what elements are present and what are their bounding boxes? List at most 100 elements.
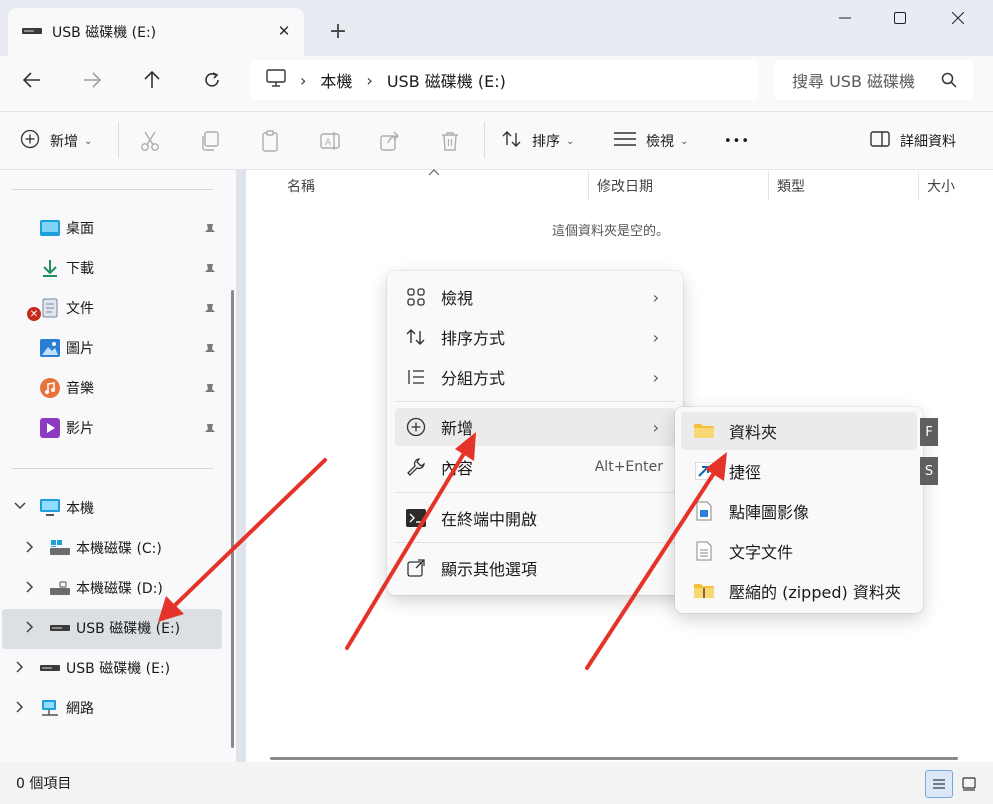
sidebar-item-videos[interactable]: 影片	[40, 410, 94, 446]
view-button[interactable]: 檢視 ⌄	[614, 126, 688, 156]
tiles-view-button[interactable]	[955, 770, 983, 798]
system-drive-icon	[50, 538, 70, 558]
computer-icon	[266, 69, 286, 91]
pin-icon[interactable]	[204, 263, 218, 277]
sort-icon	[502, 129, 522, 153]
search-input[interactable]: 搜尋 USB 磁碟機	[774, 60, 973, 100]
sidebar-item-pictures[interactable]: 圖片	[40, 330, 94, 366]
column-header-size[interactable]: 大小	[927, 176, 955, 196]
copy-icon[interactable]	[197, 128, 223, 154]
divider	[395, 542, 675, 543]
details-pane-button[interactable]: 詳細資料	[870, 126, 956, 156]
sidebar-scrollbar[interactable]	[231, 290, 234, 748]
chevron-right-icon[interactable]	[26, 541, 34, 556]
chevron-down-icon: ⌄	[680, 135, 689, 147]
menu-item-group[interactable]: 分組方式 ›	[395, 358, 675, 396]
paste-icon[interactable]	[257, 128, 283, 154]
svg-text:A: A	[325, 138, 332, 148]
menu-item-open-terminal[interactable]: 在終端中開啟	[395, 499, 675, 537]
pin-icon[interactable]	[204, 343, 218, 357]
close-window-button[interactable]	[938, 4, 978, 32]
column-header-modified[interactable]: 修改日期	[597, 176, 653, 196]
menu-item-label: 內容	[441, 459, 474, 478]
menu-item-new[interactable]: 新增 ›	[395, 408, 675, 446]
music-icon	[40, 378, 60, 398]
chevron-down-icon[interactable]	[14, 500, 26, 513]
pin-icon[interactable]	[204, 303, 218, 317]
new-tab-button[interactable]: +	[325, 18, 351, 44]
menu-item-label: 排序方式	[441, 329, 506, 348]
chevron-right-icon[interactable]	[26, 581, 34, 596]
sidebar-item-label: 影片	[66, 421, 94, 437]
menu-item-label: 捷徑	[729, 463, 762, 482]
breadcrumb-usb-drive[interactable]: USB 磁碟機 (E:)	[387, 68, 506, 92]
share-icon[interactable]	[377, 128, 403, 154]
view-label: 檢視	[646, 134, 674, 150]
details-view-button[interactable]	[925, 770, 953, 798]
pin-icon[interactable]	[204, 423, 218, 437]
maximize-button[interactable]	[880, 4, 920, 32]
up-button[interactable]	[134, 62, 170, 98]
tab-close-icon[interactable]: ✕	[274, 21, 294, 41]
sidebar-item-downloads[interactable]: 下載	[40, 250, 94, 286]
sidebar-item-desktop[interactable]: 桌面	[40, 210, 94, 246]
submenu-item-text[interactable]: 文字文件	[681, 532, 917, 570]
forward-button[interactable]	[74, 62, 110, 98]
address-bar[interactable]: › 本機 › USB 磁碟機 (E:)	[250, 60, 759, 100]
pin-icon[interactable]	[204, 223, 218, 237]
submenu-item-folder[interactable]: 資料夾	[681, 412, 917, 450]
submenu-item-bitmap[interactable]: 點陣圖影像	[681, 492, 917, 530]
divider[interactable]	[768, 172, 769, 200]
breadcrumb-this-pc[interactable]: 本機	[320, 68, 352, 92]
rename-icon[interactable]: A	[317, 128, 343, 154]
submenu-item-zipped[interactable]: 壓縮的 (zipped) 資料夾	[681, 572, 917, 610]
back-button[interactable]	[14, 62, 50, 98]
tab-title: USB 磁碟機 (E:)	[52, 25, 157, 41]
sidebar-item-drive-e[interactable]: USB 磁碟機 (E:)	[50, 610, 180, 646]
tab-usb-drive[interactable]: USB 磁碟機 (E:) ✕	[8, 8, 304, 56]
chevron-right-icon[interactable]	[16, 661, 24, 676]
sidebar-item-drive-d[interactable]: 本機磁碟 (D:)	[50, 570, 163, 606]
external-link-icon	[405, 557, 427, 579]
sidebar-item-network[interactable]: 網路	[40, 690, 94, 726]
chevron-right-icon[interactable]	[26, 621, 34, 636]
sort-button[interactable]: 排序 ⌄	[502, 126, 574, 156]
sort-ascending-icon	[428, 168, 440, 179]
column-header-type[interactable]: 類型	[777, 176, 805, 196]
column-header-name[interactable]: 名稱	[287, 176, 315, 196]
sidebar-item-label: 網路	[66, 701, 94, 717]
chevron-right-icon: ›	[652, 367, 659, 387]
menu-item-label: 資料夾	[729, 423, 778, 442]
grid-icon	[405, 286, 427, 308]
download-icon	[40, 258, 60, 278]
divider[interactable]	[918, 172, 919, 200]
submenu-item-shortcut[interactable]: 捷徑	[681, 452, 917, 490]
more-options-button[interactable]: •••	[724, 126, 750, 156]
sidebar-item-drive-c[interactable]: 本機磁碟 (C:)	[50, 530, 162, 566]
menu-item-more-options[interactable]: 顯示其他選項	[395, 549, 675, 587]
network-icon	[40, 698, 60, 718]
menu-item-view[interactable]: 檢視 ›	[395, 278, 675, 316]
sidebar-item-music[interactable]: 音樂	[40, 370, 94, 406]
sync-error-icon: ✕	[27, 307, 41, 321]
cut-icon[interactable]	[137, 128, 163, 154]
status-bar	[0, 762, 993, 804]
menu-item-sort[interactable]: 排序方式 ›	[395, 318, 675, 356]
divider[interactable]	[588, 172, 589, 200]
new-button[interactable]: 新增 ⌄	[20, 126, 92, 156]
chevron-right-icon[interactable]	[16, 701, 24, 716]
text-file-icon	[693, 540, 715, 562]
minimize-button[interactable]	[825, 4, 865, 32]
menu-item-label: 在終端中開啟	[441, 510, 538, 529]
arrow-left-icon	[23, 72, 40, 88]
sidebar-item-this-pc[interactable]: 本機	[40, 490, 94, 526]
sidebar-item-usb-root[interactable]: USB 磁碟機 (E:)	[40, 650, 170, 686]
horizontal-scrollbar[interactable]	[270, 757, 958, 760]
sidebar-item-documents[interactable]: 文件	[40, 290, 94, 326]
details-view-icon	[933, 779, 945, 789]
refresh-button[interactable]	[194, 62, 230, 98]
delete-icon[interactable]	[437, 128, 463, 154]
menu-item-properties[interactable]: 內容 Alt+Enter	[395, 448, 675, 486]
pin-icon[interactable]	[204, 383, 218, 397]
details-pane-icon	[870, 131, 890, 151]
